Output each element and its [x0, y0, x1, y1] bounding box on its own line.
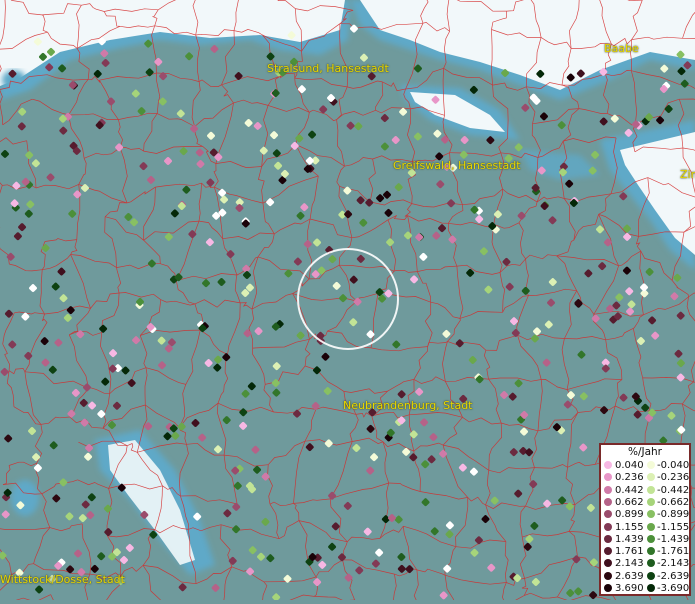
place-label-zin: Zin	[680, 168, 695, 181]
legend-swatch-negative	[647, 486, 655, 494]
legend-swatch-positive	[604, 547, 612, 555]
map-view[interactable]: Stralsund, Hansestadt Greifswald, Hanses…	[0, 0, 695, 600]
legend-value-positive: 0.236	[615, 472, 644, 483]
legend-row: 1.155 -1.155	[601, 522, 691, 534]
legend-value-positive: 0.040	[615, 460, 644, 471]
legend-swatch-positive	[604, 510, 612, 518]
legend-row: 0.040 -0.040	[601, 460, 691, 472]
legend-row: 0.899 -0.899	[601, 509, 691, 521]
legend-value-positive: 1.761	[615, 546, 644, 557]
legend-swatch-positive	[604, 584, 612, 592]
legend-swatch-negative	[647, 547, 655, 555]
legend-swatch-positive	[604, 535, 612, 543]
legend-value-positive: 2.639	[615, 571, 644, 582]
legend: %/Jahr 0.040 -0.040 0.236 -0.236 0.442 -0.442…	[599, 443, 691, 596]
legend-value-positive: 3.690	[615, 583, 644, 594]
legend-swatch-negative	[647, 559, 655, 567]
legend-value-positive: 0.662	[615, 497, 644, 508]
legend-value-positive: 2.143	[615, 558, 644, 569]
legend-swatch-positive	[604, 461, 612, 469]
legend-swatch-positive	[604, 523, 612, 531]
legend-value-negative: -0.899	[657, 509, 689, 520]
legend-swatch-positive	[604, 498, 612, 506]
legend-value-negative: -1.761	[657, 546, 689, 557]
legend-row: 1.439 -1.439	[601, 534, 691, 546]
legend-swatch-negative	[647, 510, 655, 518]
place-label-baabe: Baabe	[604, 42, 639, 55]
legend-row: 0.236 -0.236	[601, 472, 691, 484]
place-label-stralsund: Stralsund, Hansestadt	[267, 62, 389, 75]
legend-value-negative: -2.639	[657, 571, 689, 582]
legend-swatch-positive	[604, 486, 612, 494]
legend-swatch-negative	[647, 498, 655, 506]
legend-swatch-negative	[647, 523, 655, 531]
legend-value-negative: -1.439	[657, 534, 689, 545]
legend-value-negative: -1.155	[657, 522, 689, 533]
map-canvas[interactable]	[0, 0, 695, 600]
legend-value-negative: -0.662	[657, 497, 689, 508]
place-label-greifswald: Greifswald, Hansestadt	[393, 159, 521, 172]
legend-value-positive: 0.899	[615, 509, 644, 520]
legend-swatch-positive	[604, 473, 612, 481]
legend-row: 1.761 -1.761	[601, 546, 691, 558]
legend-swatch-negative	[647, 473, 655, 481]
legend-swatch-negative	[647, 535, 655, 543]
legend-row: 0.442 -0.442	[601, 485, 691, 497]
legend-swatch-negative	[647, 572, 655, 580]
legend-row: 2.639 -2.639	[601, 571, 691, 583]
legend-value-positive: 0.442	[615, 485, 644, 496]
legend-value-negative: -3.690	[657, 583, 689, 594]
legend-value-negative: -0.236	[657, 472, 689, 483]
legend-swatch-positive	[604, 572, 612, 580]
legend-value-positive: 1.155	[615, 522, 644, 533]
legend-row: 2.143 -2.143	[601, 558, 691, 570]
place-label-neubrandenburg: Neubrandenburg, Stadt	[343, 399, 473, 412]
legend-value-negative: -0.442	[657, 485, 689, 496]
legend-row: 0.662 -0.662	[601, 497, 691, 509]
legend-swatch-positive	[604, 559, 612, 567]
legend-row: 3.690 -3.690	[601, 583, 691, 595]
legend-swatch-negative	[647, 584, 655, 592]
legend-title: %/Jahr	[601, 446, 689, 459]
legend-value-positive: 1.439	[615, 534, 644, 545]
legend-value-negative: -0.040	[657, 460, 689, 471]
legend-value-negative: -2.143	[657, 558, 689, 569]
place-label-wittstock: Wittstock/Dosse, Stadt	[0, 573, 125, 586]
legend-swatch-negative	[647, 461, 655, 469]
